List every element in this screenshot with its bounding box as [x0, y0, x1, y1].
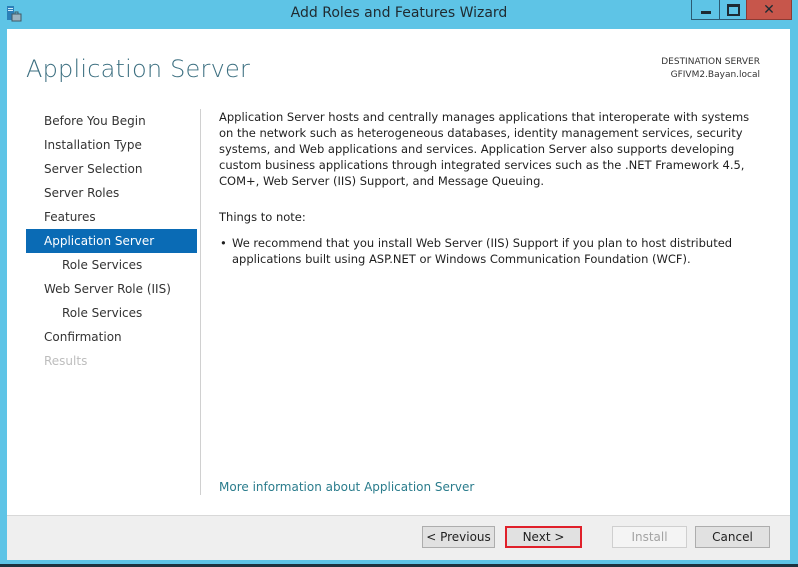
- destination-server-label: DESTINATION SERVER: [661, 57, 760, 67]
- page-title: Application Server: [26, 55, 251, 83]
- nav-item-web-server-role[interactable]: Web Server Role (IIS): [26, 277, 197, 301]
- nav-item-application-server[interactable]: Application Server: [26, 229, 197, 253]
- window-title: Add Roles and Features Wizard: [290, 5, 508, 21]
- nav-item-server-selection[interactable]: Server Selection: [26, 157, 197, 181]
- nav-item-before-you-begin[interactable]: Before You Begin: [26, 109, 197, 133]
- nav-divider: [200, 109, 201, 495]
- more-info-link[interactable]: More information about Application Serve…: [219, 480, 474, 494]
- nav-item-iis-role-services[interactable]: Role Services: [26, 301, 197, 325]
- nav-item-features[interactable]: Features: [26, 205, 197, 229]
- nav-item-confirmation[interactable]: Confirmation: [26, 325, 197, 349]
- minimize-icon: [700, 10, 711, 14]
- title-bar[interactable]: Add Roles and Features Wizard ✕: [0, 0, 798, 29]
- previous-button[interactable]: < Previous: [422, 526, 495, 548]
- cancel-button[interactable]: Cancel: [695, 526, 770, 548]
- content-panel: Application Server hosts and centrally m…: [219, 109, 764, 267]
- nav-item-results: Results: [44, 354, 88, 368]
- nav-item-app-server-role-services[interactable]: Role Services: [26, 253, 197, 277]
- description-text: Application Server hosts and centrally m…: [219, 110, 750, 188]
- destination-server-name: GFIVM2.Bayan.local: [670, 70, 760, 80]
- destination-server-info: DESTINATION SERVER GFIVM2.Bayan.local: [661, 56, 760, 82]
- notes-heading: Things to note:: [219, 210, 306, 224]
- install-button: Install: [612, 526, 687, 548]
- close-button[interactable]: ✕: [746, 0, 792, 20]
- note-item: We recommend that you install Web Server…: [219, 235, 764, 267]
- wizard-window: Add Roles and Features Wizard ✕ Applicat…: [0, 0, 798, 564]
- close-icon: ✕: [763, 1, 775, 18]
- button-bar: < Previous Next > Install Cancel: [7, 515, 790, 560]
- maximize-icon: [726, 3, 740, 16]
- wizard-steps-nav: Before You Begin Installation Type Serve…: [26, 109, 197, 373]
- minimize-button[interactable]: [691, 0, 720, 20]
- nav-item-installation-type[interactable]: Installation Type: [26, 133, 197, 157]
- next-button[interactable]: Next >: [505, 526, 582, 548]
- wizard-client-area: Application Server DESTINATION SERVER GF…: [7, 29, 790, 560]
- maximize-button[interactable]: [719, 0, 747, 20]
- nav-item-server-roles[interactable]: Server Roles: [26, 181, 197, 205]
